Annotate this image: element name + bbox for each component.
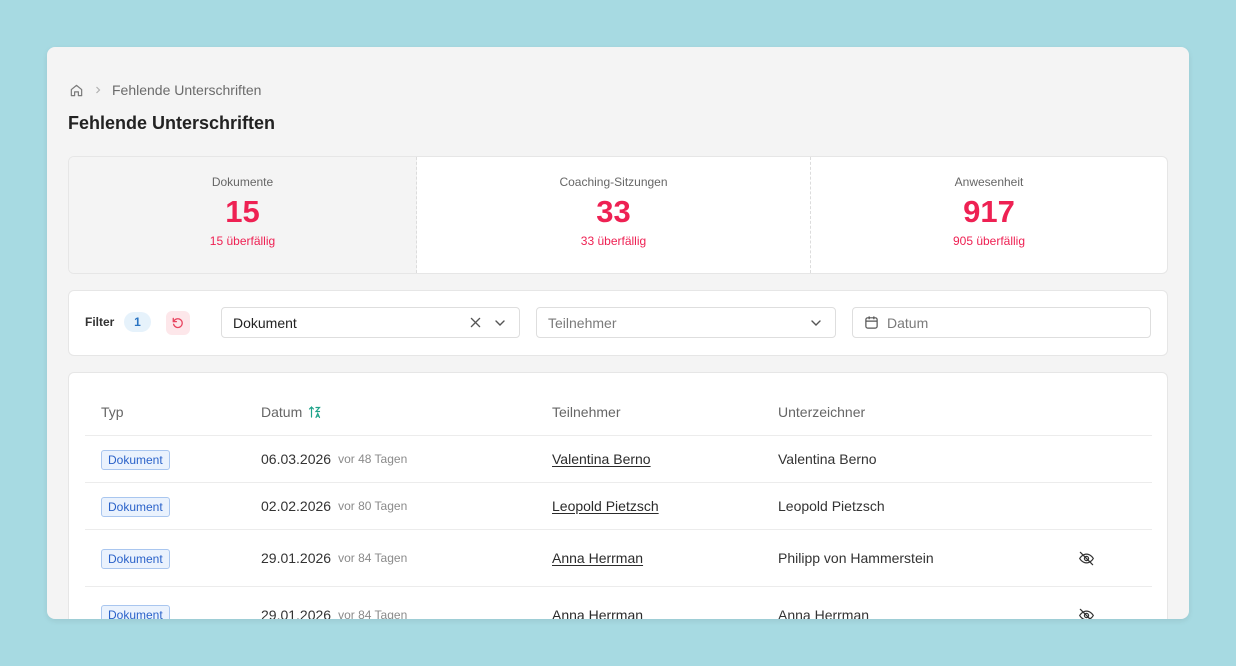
type-badge: Dokument: [101, 497, 170, 517]
column-header-teilnehmer[interactable]: Teilnehmer: [552, 404, 620, 420]
type-select[interactable]: Dokument: [221, 307, 520, 338]
date-picker-placeholder: Datum: [887, 314, 929, 331]
table-row[interactable]: Dokument 29.01.2026 vor 84 Tagen Anna He…: [85, 587, 1152, 619]
stat-value: 917: [963, 194, 1015, 229]
chevron-down-icon[interactable]: [490, 313, 510, 333]
stat-coaching-sessions[interactable]: Coaching-Sitzungen 33 33 überfällig: [417, 157, 811, 273]
date-picker[interactable]: Datum: [852, 307, 1151, 338]
stat-overdue: 15 überfällig: [209, 234, 276, 248]
stat-value: 15: [225, 194, 260, 229]
column-header-datum[interactable]: Datum: [261, 404, 322, 420]
participant-link[interactable]: Leopold Pietzsch: [552, 498, 659, 514]
row-date: 29.01.2026: [261, 607, 332, 619]
participant-select-placeholder: Teilnehmer: [548, 314, 617, 331]
calendar-icon: [863, 313, 879, 333]
participant-link[interactable]: Anna Herrman: [552, 607, 643, 619]
column-header-typ[interactable]: Typ: [101, 404, 124, 420]
stat-overdue: 33 überfällig: [580, 234, 647, 248]
row-date-relative: vor 48 Tagen: [338, 452, 408, 466]
row-date: 06.03.2026: [261, 451, 332, 467]
eye-off-icon[interactable]: [1077, 606, 1095, 619]
signer-name: Philipp von Hammerstein: [778, 550, 934, 566]
table-row[interactable]: Dokument 06.03.2026 vor 48 Tagen Valenti…: [85, 436, 1152, 483]
home-icon[interactable]: [68, 82, 84, 98]
column-header-unterzeichner[interactable]: Unterzeichner: [778, 404, 865, 420]
type-badge: Dokument: [101, 605, 170, 619]
table-row[interactable]: Dokument 02.02.2026 vor 80 Tagen Leopold…: [85, 483, 1152, 530]
stat-value: 33: [596, 194, 631, 229]
app-window: Fehlende Unterschriften Fehlende Untersc…: [47, 47, 1189, 619]
participant-link[interactable]: Anna Herrman: [552, 550, 643, 566]
sort-ascending-icon[interactable]: [308, 405, 322, 419]
row-date-relative: vor 84 Tagen: [338, 551, 408, 565]
table-header: Typ Datum Teilnehmer Unterzeichner: [85, 373, 1152, 436]
page-title: Fehlende Unterschriften: [68, 113, 276, 133]
stat-documents[interactable]: Dokumente 15 15 überfällig: [69, 157, 417, 273]
participant-select[interactable]: Teilnehmer: [536, 307, 836, 338]
stats-panel: Dokumente 15 15 überfällig Coaching-Sitz…: [68, 156, 1168, 274]
reset-filters-button[interactable]: [166, 311, 190, 335]
stat-label: Dokumente: [211, 175, 274, 189]
stat-label: Anwesenheit: [954, 175, 1024, 189]
type-badge: Dokument: [101, 450, 170, 470]
row-date-relative: vor 80 Tagen: [338, 499, 408, 513]
signer-name: Anna Herrman: [778, 607, 870, 619]
chevron-right-icon: [90, 82, 106, 98]
signatures-table: Typ Datum Teilnehmer Unterzeichner Dokum…: [68, 372, 1168, 619]
chevron-down-icon[interactable]: [806, 313, 826, 333]
stat-label: Coaching-Sitzungen: [559, 175, 668, 189]
filter-bar: Filter 1 Dokument Teilnehmer Datum: [68, 290, 1168, 356]
signer-name: Valentina Berno: [778, 451, 877, 467]
row-date: 02.02.2026: [261, 498, 332, 514]
filter-count-badge: 1: [124, 312, 151, 332]
participant-link[interactable]: Valentina Berno: [552, 451, 651, 467]
row-date: 29.01.2026: [261, 550, 332, 566]
reset-icon: [172, 317, 183, 329]
breadcrumb: Fehlende Unterschriften: [68, 81, 261, 99]
stat-overdue: 905 überfällig: [952, 234, 1026, 248]
close-icon[interactable]: [465, 313, 485, 333]
row-date-relative: vor 84 Tagen: [338, 608, 408, 619]
type-badge: Dokument: [101, 549, 170, 569]
signer-name: Leopold Pietzsch: [778, 498, 885, 514]
type-select-value: Dokument: [233, 314, 297, 331]
filter-label: Filter: [85, 315, 115, 329]
eye-off-icon[interactable]: [1077, 549, 1095, 567]
stat-attendance[interactable]: Anwesenheit 917 905 überfällig: [811, 157, 1167, 273]
table-row[interactable]: Dokument 29.01.2026 vor 84 Tagen Anna He…: [85, 530, 1152, 587]
column-header-datum-label: Datum: [261, 404, 303, 420]
breadcrumb-current: Fehlende Unterschriften: [112, 82, 262, 98]
